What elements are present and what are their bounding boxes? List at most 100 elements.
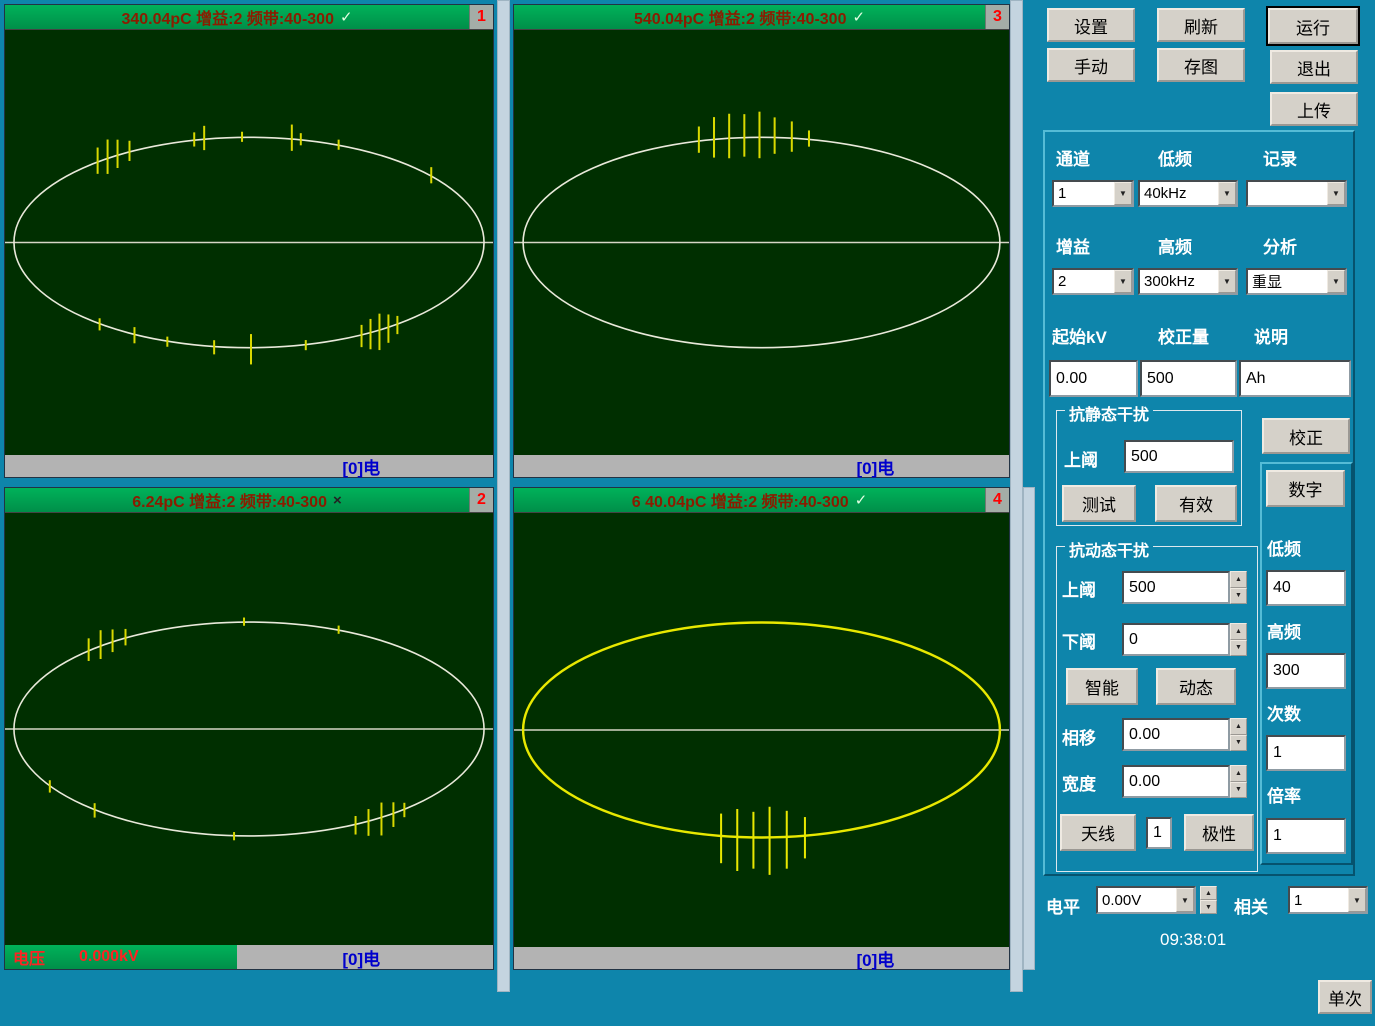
check-mark-icon: ✓ — [340, 8, 353, 26]
startkv-label: 起始kV — [1052, 323, 1107, 348]
ellipse-display — [5, 29, 493, 455]
footer-label: [0]电 — [342, 454, 380, 479]
spin-up-icon[interactable]: ▲ — [1230, 765, 1247, 782]
dynamic-lower-label: 下阈 — [1062, 628, 1096, 653]
panel-index: 4 — [985, 488, 1009, 512]
run-button[interactable]: 运行 — [1268, 8, 1358, 44]
ratio-input[interactable]: 1 — [1266, 818, 1346, 854]
dropdown-arrow-icon[interactable]: ▼ — [1176, 888, 1194, 912]
dropdown-arrow-icon[interactable]: ▼ — [1114, 270, 1132, 293]
digital-lowfreq-input[interactable]: 40 — [1266, 570, 1346, 606]
antenna-input[interactable]: 1 — [1146, 817, 1172, 849]
related-value: 1 — [1290, 888, 1348, 912]
panel-titlebar: 340.04pC 增益:2 频带:40-300 ✓ 1 — [5, 5, 493, 29]
spin-down-icon[interactable]: ▼ — [1200, 900, 1217, 914]
static-upper-input[interactable]: 500 — [1124, 440, 1234, 473]
footer-label: [0]电 — [342, 945, 380, 970]
ratio-label: 倍率 — [1267, 782, 1301, 807]
digital-button[interactable]: 数字 — [1266, 470, 1345, 507]
note-input[interactable]: Ah — [1239, 360, 1351, 397]
count-input[interactable]: 1 — [1266, 735, 1346, 771]
analysis-select[interactable]: 重显 ▼ — [1246, 268, 1347, 295]
calibration-input[interactable]: 500 — [1140, 360, 1237, 397]
panel-title: 6 40.04pC 增益:2 频带:40-300 — [632, 488, 849, 512]
antenna-button[interactable]: 天线 — [1060, 814, 1136, 851]
vertical-scrollbar[interactable] — [1023, 487, 1035, 970]
dynamic-upper-label: 上阈 — [1062, 576, 1096, 601]
panel-title: 540.04pC 增益:2 频带:40-300 — [634, 5, 847, 29]
dropdown-arrow-icon[interactable]: ▼ — [1218, 270, 1236, 293]
record-value — [1248, 182, 1327, 205]
spin-up-icon[interactable]: ▲ — [1230, 571, 1247, 588]
settings-button[interactable]: 设置 — [1047, 8, 1135, 42]
lowfreq-label: 低频 — [1158, 145, 1192, 170]
dropdown-arrow-icon[interactable]: ▼ — [1218, 182, 1236, 205]
width-label: 宽度 — [1062, 770, 1096, 795]
count-label: 次数 — [1267, 700, 1301, 725]
exit-button[interactable]: 退出 — [1270, 50, 1358, 84]
smart-button[interactable]: 智能 — [1066, 668, 1138, 705]
width-input[interactable]: 0.00 — [1122, 765, 1230, 798]
related-select[interactable]: 1 ▼ — [1288, 886, 1368, 914]
spin-up-icon[interactable]: ▲ — [1230, 718, 1247, 735]
digital-lowfreq-label: 低频 — [1267, 535, 1301, 560]
phase-shift-input[interactable]: 0.00 — [1122, 718, 1230, 751]
record-select[interactable]: ▼ — [1246, 180, 1347, 207]
dropdown-arrow-icon[interactable]: ▼ — [1327, 270, 1345, 293]
check-mark-icon: ✓ — [852, 8, 865, 26]
panel-title: 340.04pC 增益:2 频带:40-300 — [121, 5, 334, 29]
startkv-input[interactable]: 0.00 — [1049, 360, 1138, 397]
spin-down-icon[interactable]: ▼ — [1230, 782, 1247, 799]
pd-panel-3: 540.04pC 增益:2 频带:40-300 ✓ 3 [0]电 — [513, 4, 1010, 478]
pd-panel-2: 6.24pC 增益:2 频带:40-300 × 2 电压 0.000kV [0]… — [4, 487, 494, 970]
gain-select[interactable]: 2 ▼ — [1052, 268, 1134, 295]
highfreq-label: 高频 — [1158, 233, 1192, 258]
lowfreq-select[interactable]: 40kHz ▼ — [1138, 180, 1238, 207]
panel-footer: 电压 0.000kV [0]电 — [5, 945, 493, 969]
footer-label: [0]电 — [856, 946, 894, 971]
ellipse-display — [514, 512, 1009, 947]
spin-up-icon[interactable]: ▲ — [1230, 623, 1247, 640]
spin-down-icon[interactable]: ▼ — [1230, 735, 1247, 752]
vertical-scrollbar[interactable] — [1010, 0, 1023, 992]
level-select[interactable]: 0.00V ▼ — [1096, 886, 1196, 914]
dynamic-upper-input[interactable]: 500 — [1122, 571, 1230, 604]
channel-select[interactable]: 1 ▼ — [1052, 180, 1134, 207]
static-upper-label: 上阈 — [1064, 446, 1098, 471]
lowfreq-value: 40kHz — [1140, 182, 1218, 205]
dropdown-arrow-icon[interactable]: ▼ — [1327, 182, 1345, 205]
spin-down-icon[interactable]: ▼ — [1230, 588, 1247, 605]
footer-label: [0]电 — [856, 454, 894, 479]
test-button[interactable]: 测试 — [1062, 485, 1136, 522]
spin-down-icon[interactable]: ▼ — [1230, 640, 1247, 657]
gain-value: 2 — [1054, 270, 1114, 293]
level-value: 0.00V — [1098, 888, 1176, 912]
pd-panel-4: 6 40.04pC 增益:2 频带:40-300 ✓ 4 [0]电 — [513, 487, 1010, 970]
digital-highfreq-input[interactable]: 300 — [1266, 653, 1346, 689]
spin-up-icon[interactable]: ▲ — [1200, 886, 1217, 900]
voltage-status: 电压 0.000kV — [5, 945, 237, 969]
refresh-button[interactable]: 刷新 — [1157, 8, 1245, 42]
static-group-title: 抗静态干扰 — [1065, 401, 1153, 425]
highfreq-value: 300kHz — [1140, 270, 1218, 293]
dropdown-arrow-icon[interactable]: ▼ — [1114, 182, 1132, 205]
ellipse-display — [514, 29, 1009, 455]
calibrate-button[interactable]: 校正 — [1262, 418, 1350, 454]
dynamic-lower-input[interactable]: 0 — [1122, 623, 1230, 656]
pd-panel-1: 340.04pC 增益:2 频带:40-300 ✓ 1 [0]电 — [4, 4, 494, 478]
save-image-button[interactable]: 存图 — [1157, 48, 1245, 82]
polarity-button[interactable]: 极性 — [1184, 814, 1254, 851]
level-label: 电平 — [1046, 893, 1080, 918]
valid-button[interactable]: 有效 — [1155, 485, 1237, 522]
panel-footer: [0]电 — [514, 947, 1009, 969]
dynamic-button[interactable]: 动态 — [1156, 668, 1236, 705]
vertical-scrollbar[interactable] — [497, 0, 510, 992]
dropdown-arrow-icon[interactable]: ▼ — [1348, 888, 1366, 912]
manual-button[interactable]: 手动 — [1047, 48, 1135, 82]
panel-index: 3 — [985, 5, 1009, 29]
note-label: 说明 — [1254, 323, 1288, 348]
upload-button[interactable]: 上传 — [1270, 92, 1358, 126]
highfreq-select[interactable]: 300kHz ▼ — [1138, 268, 1238, 295]
dynamic-upper-spinner: ▲ ▼ — [1230, 571, 1247, 604]
single-shot-button[interactable]: 单次 — [1318, 980, 1372, 1014]
